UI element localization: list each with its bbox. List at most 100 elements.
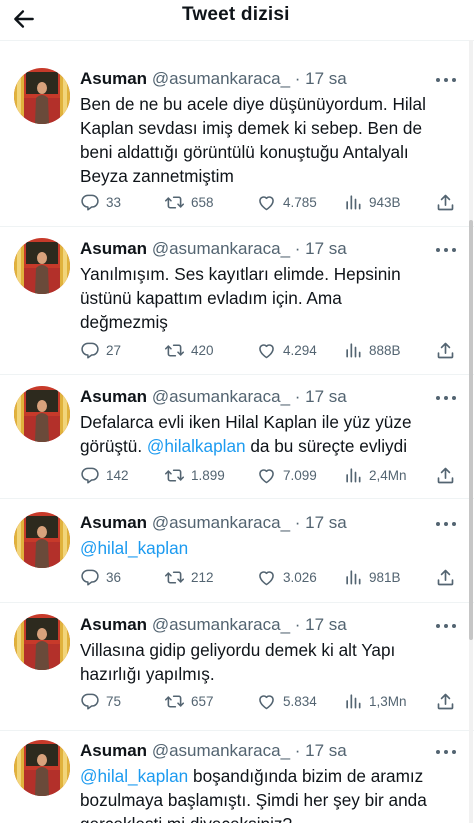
- retweet-count: 1.899: [191, 467, 225, 483]
- avatar[interactable]: [14, 238, 70, 294]
- retweet-count: 657: [191, 693, 214, 709]
- author-handle[interactable]: @asumankaraca_: [152, 615, 290, 634]
- tweet-text-line: değmezmiş: [80, 312, 168, 332]
- share-button[interactable]: [435, 566, 456, 588]
- back-button[interactable]: [8, 3, 40, 35]
- mention-link[interactable]: @hilal_kaplan: [80, 766, 188, 786]
- separator-dot: ·: [294, 741, 301, 760]
- separator-dot: ·: [294, 615, 301, 634]
- share-button[interactable]: [435, 690, 456, 712]
- tweet[interactable]: Asuman @asumankaraca_ · 17 sa Villasına …: [0, 614, 474, 724]
- separator-dot: ·: [294, 513, 301, 532]
- separator-dot: ·: [294, 387, 301, 406]
- tweet-time[interactable]: 17 sa: [305, 741, 347, 760]
- tweet[interactable]: Asuman @asumankaraca_ · 17 sa Yanılmışım…: [0, 238, 474, 368]
- reply-icon: [80, 192, 100, 212]
- avatar[interactable]: [14, 614, 70, 670]
- divider: [0, 374, 474, 375]
- more-icon: [436, 522, 440, 526]
- views-button[interactable]: 981B: [343, 566, 401, 588]
- author-name[interactable]: Asuman: [80, 387, 147, 406]
- more-options-button[interactable]: [436, 620, 462, 632]
- author-name[interactable]: Asuman: [80, 69, 147, 88]
- author-handle[interactable]: @asumankaraca_: [152, 513, 290, 532]
- like-button[interactable]: 3.026: [256, 566, 317, 588]
- retweet-button[interactable]: 420: [164, 339, 214, 361]
- more-options-button[interactable]: [436, 74, 462, 86]
- reply-button[interactable]: 33: [80, 191, 121, 213]
- views-count: 1,3Mn: [369, 693, 407, 709]
- tweet[interactable]: Asuman @asumankaraca_ · 17 sa @hilal_kap…: [0, 740, 474, 823]
- more-options-button[interactable]: [436, 518, 462, 530]
- author-name[interactable]: Asuman: [80, 239, 147, 258]
- author-handle[interactable]: @asumankaraca_: [152, 69, 290, 88]
- text-segment: boşandığında bizim de aramız: [188, 766, 424, 786]
- like-count: 4.294: [283, 342, 317, 358]
- more-options-button[interactable]: [436, 392, 462, 404]
- scrollbar-thumb[interactable]: [469, 220, 473, 640]
- share-button[interactable]: [435, 464, 456, 486]
- reply-button[interactable]: 75: [80, 690, 121, 712]
- views-icon: [343, 465, 363, 485]
- mention-link[interactable]: @hilalkaplan: [147, 436, 246, 456]
- views-button[interactable]: 1,3Mn: [343, 690, 407, 712]
- avatar[interactable]: [14, 386, 70, 442]
- tweet-time[interactable]: 17 sa: [305, 239, 347, 258]
- action-bar: 142 1.899 7.099 2,4Mn: [80, 464, 460, 486]
- like-button[interactable]: 5.834: [256, 690, 317, 712]
- tweet-text: Defalarca evli iken Hilal Kaplan ile yüz…: [80, 410, 460, 458]
- share-button[interactable]: [435, 191, 456, 213]
- reply-count: 36: [106, 569, 122, 585]
- tweet-time[interactable]: 17 sa: [305, 615, 347, 634]
- divider: [0, 730, 474, 731]
- tweet[interactable]: Asuman @asumankaraca_ · 17 sa @hilal_kap…: [0, 512, 474, 596]
- author-handle[interactable]: @asumankaraca_: [152, 239, 290, 258]
- reply-button[interactable]: 27: [80, 339, 121, 361]
- author-name[interactable]: Asuman: [80, 513, 147, 532]
- retweet-button[interactable]: 657: [164, 690, 214, 712]
- share-button[interactable]: [435, 339, 456, 361]
- like-button[interactable]: 4.785: [256, 191, 317, 213]
- reply-button[interactable]: 36: [80, 566, 121, 588]
- tweet-time[interactable]: 17 sa: [305, 513, 347, 532]
- like-count: 7.099: [283, 467, 317, 483]
- views-button[interactable]: 888B: [343, 339, 401, 361]
- retweet-button[interactable]: 212: [164, 566, 214, 588]
- tweet[interactable]: Asuman @asumankaraca_ · 17 sa Ben de ne …: [0, 68, 474, 220]
- views-icon: [343, 567, 363, 587]
- views-button[interactable]: 943B: [343, 191, 401, 213]
- more-options-button[interactable]: [436, 244, 462, 256]
- like-button[interactable]: 4.294: [256, 339, 317, 361]
- author-name[interactable]: Asuman: [80, 615, 147, 634]
- like-button[interactable]: 7.099: [256, 464, 317, 486]
- retweet-icon: [164, 465, 185, 486]
- retweet-button[interactable]: 658: [164, 191, 214, 213]
- reply-button[interactable]: 142: [80, 464, 129, 486]
- divider: [0, 40, 474, 41]
- retweet-icon: [164, 192, 185, 213]
- avatar[interactable]: [14, 512, 70, 568]
- more-icon: [436, 248, 440, 252]
- tweet-text-line: Defalarca evli iken Hilal Kaplan ile yüz…: [80, 412, 412, 432]
- tweet-text-line: Yanılmışım. Ses kayıtları elimde. Hepsin…: [80, 264, 401, 284]
- reply-count: 33: [106, 194, 122, 210]
- retweet-icon: [164, 567, 185, 588]
- tweet-time[interactable]: 17 sa: [305, 69, 347, 88]
- tweet-text-line: Kaplan sevdası imiş demek ki sebep. Ben …: [80, 118, 423, 138]
- tweet[interactable]: Asuman @asumankaraca_ · 17 sa Defalarca …: [0, 386, 474, 492]
- retweet-button[interactable]: 1.899: [164, 464, 225, 486]
- scrollbar[interactable]: [469, 40, 473, 823]
- avatar[interactable]: [14, 68, 70, 124]
- author-handle[interactable]: @asumankaraca_: [152, 741, 290, 760]
- more-icon: [436, 624, 440, 628]
- author-name[interactable]: Asuman: [80, 741, 147, 760]
- mention-link[interactable]: @hilal_kaplan: [80, 538, 188, 558]
- tweet-time[interactable]: 17 sa: [305, 387, 347, 406]
- views-button[interactable]: 2,4Mn: [343, 464, 407, 486]
- more-icon: [436, 396, 440, 400]
- author-handle[interactable]: @asumankaraca_: [152, 387, 290, 406]
- tweet-header: Asuman @asumankaraca_ · 17 sa: [80, 512, 347, 534]
- tweet-text: @hilal_kaplan: [80, 536, 460, 560]
- avatar[interactable]: [14, 740, 70, 796]
- more-options-button[interactable]: [436, 746, 462, 758]
